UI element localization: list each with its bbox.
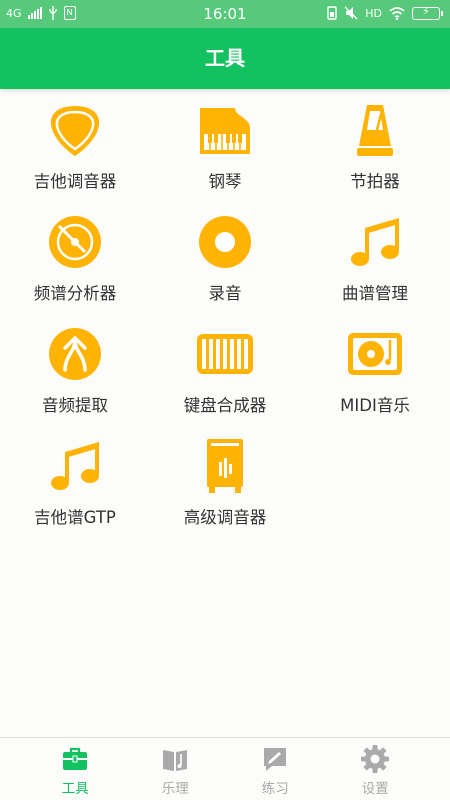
piano-icon (195, 100, 255, 160)
tool-label: 钢琴 (208, 172, 242, 191)
tool-label: 吉他调音器 (33, 172, 117, 191)
tool-metronome[interactable]: 节拍器 (300, 92, 450, 204)
metronome-icon (345, 100, 405, 160)
tab-label: 设置 (361, 781, 389, 797)
tool-label: 音频提取 (42, 396, 108, 415)
tool-spectrum-analyzer[interactable]: 频谱分析器 (0, 204, 150, 316)
tool-label: 频谱分析器 (33, 284, 117, 303)
tool-label: MIDI音乐 (340, 396, 410, 415)
tab-tools[interactable]: 工具 (19, 738, 132, 800)
gear-icon (360, 744, 390, 774)
tab-label: 乐理 (161, 781, 189, 797)
mute-icon (344, 6, 358, 20)
tool-guitar-tab-gtp[interactable]: 吉他谱GTP (0, 428, 150, 540)
toolbox-icon (60, 744, 90, 774)
tab-practice[interactable]: 练习 (219, 738, 332, 800)
tool-label: 节拍器 (350, 172, 400, 191)
tool-audio-extract[interactable]: 音频提取 (0, 316, 150, 428)
bottom-tab-bar: 工具 乐理 练习 设置 (0, 737, 450, 800)
page-title: 工具 (0, 28, 450, 89)
music-note-icon (345, 212, 405, 272)
record-icon (195, 212, 255, 272)
tab-music-theory[interactable]: 乐理 (119, 738, 232, 800)
keyboard-icon (195, 324, 255, 384)
tool-keyboard-synth[interactable]: 键盘合成器 (150, 316, 300, 428)
tool-record[interactable]: 录音 (150, 204, 300, 316)
guitar-pick-icon (45, 100, 105, 160)
status-right: HD ⚡ (327, 5, 443, 20)
tab-label: 工具 (61, 781, 89, 797)
pencil-note-icon (260, 744, 290, 774)
midi-turntable-icon (345, 324, 405, 384)
audio-extract-icon (45, 324, 105, 384)
advanced-tuner-icon (195, 436, 255, 496)
book-icon (160, 744, 190, 774)
spectrum-disc-icon (45, 212, 105, 272)
tool-label: 吉他谱GTP (34, 508, 116, 527)
tool-score-manager[interactable]: 曲谱管理 (300, 204, 450, 316)
tool-label: 录音 (208, 284, 242, 303)
music-note-icon (45, 436, 105, 496)
status-bar: 4G N 16:01 HD ⚡ (0, 0, 450, 28)
tool-midi-music[interactable]: MIDI音乐 (300, 316, 450, 428)
tool-advanced-tuner[interactable]: 高级调音器 (150, 428, 300, 540)
hd-indicator: HD (365, 6, 382, 20)
tab-settings[interactable]: 设置 (319, 738, 432, 800)
tool-label: 键盘合成器 (183, 396, 267, 415)
tool-label: 曲谱管理 (342, 284, 408, 303)
sim-card-icon (327, 6, 337, 20)
wifi-icon (389, 6, 405, 20)
tool-piano[interactable]: 钢琴 (150, 92, 300, 204)
tool-label: 高级调音器 (183, 508, 267, 527)
tab-label: 练习 (261, 781, 289, 797)
battery-icon: ⚡ (412, 5, 443, 20)
tool-guitar-tuner[interactable]: 吉他调音器 (0, 92, 150, 204)
